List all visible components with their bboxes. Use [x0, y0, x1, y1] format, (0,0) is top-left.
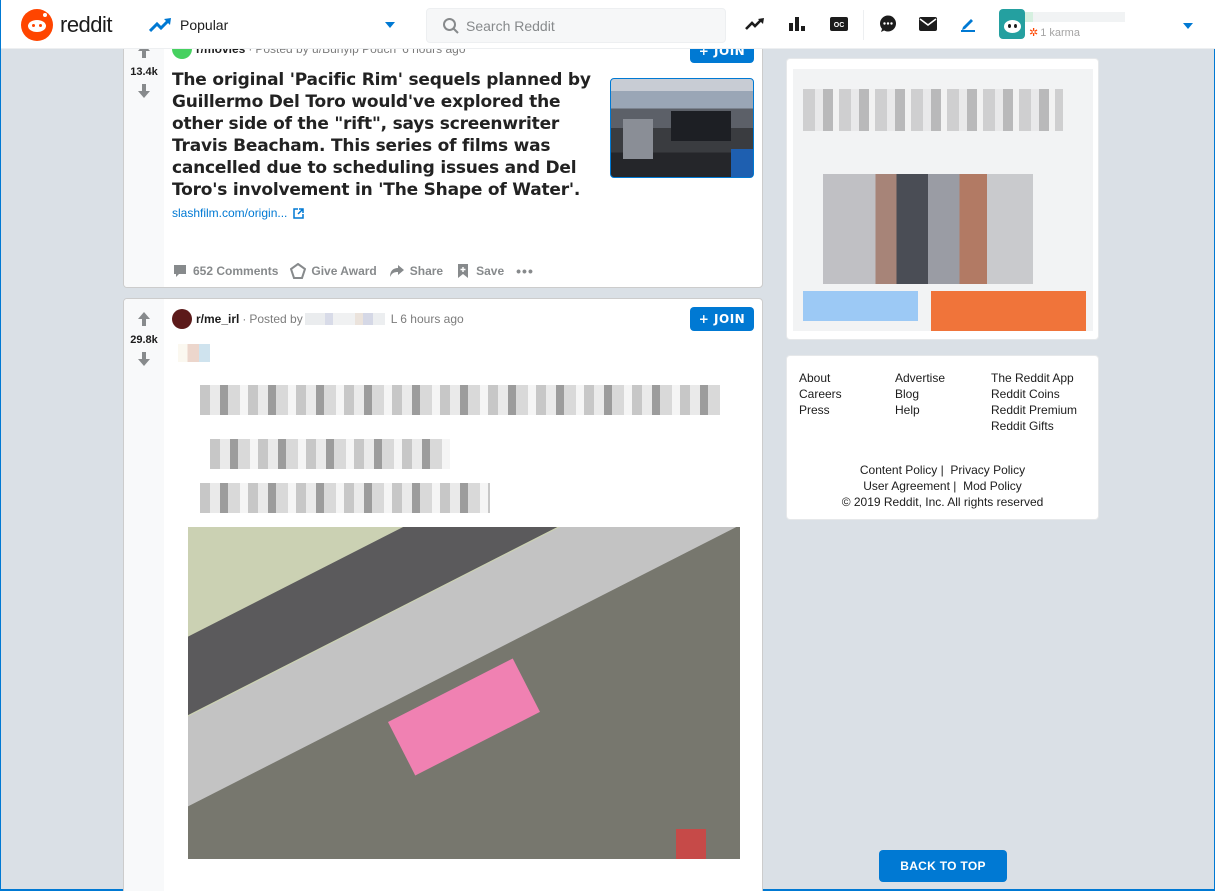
external-link-icon [293, 207, 305, 219]
footer-column: About Careers Press [799, 370, 842, 418]
save-button[interactable]: Save [455, 261, 504, 281]
advertisement[interactable] [786, 58, 1099, 340]
author-redacted[interactable] [304, 313, 385, 325]
footer-link-reddit-premium[interactable]: Reddit Premium [991, 402, 1077, 418]
downvote-icon[interactable] [137, 351, 151, 367]
search-icon [443, 17, 459, 34]
upvote-icon[interactable] [137, 311, 151, 327]
footer-link-reddit-app[interactable]: The Reddit App [991, 370, 1077, 386]
post-image[interactable] [188, 527, 740, 859]
flair-redacted [178, 344, 210, 362]
post-title[interactable]: The original 'Pacific Rim' sequels plann… [172, 69, 592, 201]
logo-wordmark: reddit [60, 12, 113, 37]
vote-score: 13.4k [130, 66, 158, 78]
footer-link-about[interactable]: About [799, 370, 842, 386]
user-agreement-link[interactable]: User Agreement [863, 479, 950, 493]
avatar [999, 9, 1025, 39]
feed-selector[interactable]: Popular [149, 8, 401, 42]
footer-links-card: About Careers Press Advertise Blog Help … [786, 355, 1099, 520]
policy-row: Content Policy | Privacy Policy [859, 463, 1026, 477]
footer-link-careers[interactable]: Careers [799, 386, 842, 402]
vote-score: 29.8k [130, 334, 158, 346]
ad-image-redacted [793, 69, 1093, 331]
join-button[interactable]: + JOIN [690, 307, 754, 331]
karma-count: ✲ 1 karma [1029, 26, 1080, 40]
karma-icon: ✲ [1029, 27, 1039, 39]
privacy-policy-link[interactable]: Privacy Policy [950, 463, 1025, 477]
chevron-down-icon [1183, 23, 1193, 29]
back-to-top-button[interactable]: BACK TO TOP [879, 850, 1007, 882]
post-time: L 6 hours ago [390, 312, 464, 326]
reddit-logo[interactable]: reddit [21, 9, 113, 41]
trending-icon[interactable] [744, 13, 766, 35]
subreddit-icon [172, 309, 192, 329]
mail-icon[interactable] [917, 13, 939, 35]
vote-column: 13.4k [124, 21, 164, 287]
feed-label: Popular [180, 17, 229, 33]
chevron-down-icon [385, 22, 395, 28]
subreddit-link[interactable]: r/me_irl [196, 312, 239, 326]
more-options-button[interactable]: ••• [516, 261, 534, 281]
mod-policy-link[interactable]: Mod Policy [963, 479, 1022, 493]
top-nav: reddit Popular OC ✲ 1 karma [1, 0, 1215, 49]
post-card[interactable]: 29.8k r/me_irl · Posted by L 6 hours ago… [123, 298, 763, 891]
header-divider [863, 10, 864, 40]
footer-link-help[interactable]: Help [895, 402, 945, 418]
reddit-snoo-icon [21, 9, 53, 41]
post-card[interactable]: 13.4k r/movies · Posted by u/Bunyip Pouc… [123, 20, 763, 288]
copyright: © 2019 Reddit, Inc. All rights reserved [841, 495, 1044, 509]
username-redacted [1025, 12, 1125, 22]
award-icon [290, 263, 307, 279]
share-button[interactable]: Share [389, 261, 443, 281]
search-bar[interactable] [426, 8, 726, 43]
oc-icon[interactable]: OC [828, 13, 850, 35]
external-link[interactable]: slashfilm.com/origin... [172, 206, 305, 220]
share-icon [389, 265, 404, 277]
footer-column: Advertise Blog Help [895, 370, 945, 418]
policy-row: User Agreement | Mod Policy [863, 479, 1022, 493]
footer-link-reddit-gifts[interactable]: Reddit Gifts [991, 418, 1077, 434]
downvote-icon[interactable] [137, 83, 151, 99]
bookmark-icon [458, 264, 469, 278]
footer-link-advertise[interactable]: Advertise [895, 370, 945, 386]
footer-link-press[interactable]: Press [799, 402, 842, 418]
comments-button[interactable]: 652 Comments [172, 261, 278, 281]
posted-by: Posted by [249, 312, 303, 326]
search-input[interactable] [466, 17, 706, 34]
chat-icon[interactable] [877, 13, 899, 35]
footer-link-blog[interactable]: Blog [895, 386, 945, 402]
content-policy-link[interactable]: Content Policy [860, 463, 937, 477]
post-meta: r/me_irl · Posted by L 6 hours ago [172, 309, 464, 329]
give-award-button[interactable]: Give Award [290, 261, 377, 281]
stats-icon[interactable] [786, 13, 808, 35]
post-thumbnail[interactable] [610, 78, 754, 178]
post-actions: 652 Comments Give Award Share Save ••• [172, 261, 546, 281]
footer-link-reddit-coins[interactable]: Reddit Coins [991, 386, 1077, 402]
pencil-icon[interactable] [957, 13, 979, 35]
svg-text:OC: OC [834, 22, 845, 29]
comment-icon [174, 265, 186, 277]
user-menu[interactable]: ✲ 1 karma [999, 9, 1199, 41]
trending-up-icon [149, 18, 171, 33]
vote-column: 29.8k [124, 299, 164, 891]
footer-column: The Reddit App Reddit Coins Reddit Premi… [991, 370, 1077, 434]
